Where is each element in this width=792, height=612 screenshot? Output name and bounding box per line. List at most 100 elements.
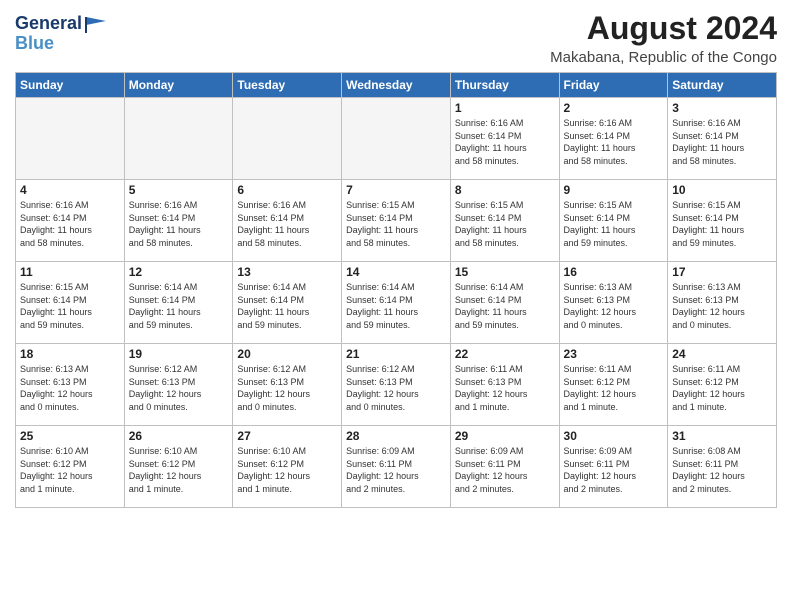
calendar-cell-5-6: 30 Sunrise: 6:09 AM Sunset: 6:11 PM Dayli… xyxy=(559,426,668,508)
day-number: 21 xyxy=(346,347,446,361)
calendar-cell-2-6: 9Sunrise: 6:15 AM Sunset: 6:14 PM Daylig… xyxy=(559,180,668,262)
calendar-cell-5-7: 31Sunrise: 6:08 AM Sunset: 6:11 PM Dayli… xyxy=(668,426,777,508)
day-number: 2 xyxy=(564,101,664,115)
calendar-cell-2-5: 8 Sunrise: 6:15 AM Sunset: 6:14 PM Daylig… xyxy=(450,180,559,262)
calendar-cell-3-4: 14 Sunrise: 6:14 AM Sunset: 6:14 PM Dayli… xyxy=(342,262,451,344)
day-number: 13 xyxy=(237,265,337,279)
day-info: Sunrise: 6:16 AM Sunset: 6:14 PM Dayligh… xyxy=(564,117,664,167)
day-info: Sunrise: 6:16 AM Sunset: 6:14 PM Dayligh… xyxy=(20,199,120,249)
day-info: Sunrise: 6:15 AM Sunset: 6:14 PM Dayligh… xyxy=(346,199,446,249)
day-number: 7 xyxy=(346,183,446,197)
page-title: August 2024 xyxy=(550,10,777,47)
day-info: Sunrise: 6:10 AM Sunset: 6:12 PM Dayligh… xyxy=(237,445,337,495)
calendar-cell-1-5: 1 Sunrise: 6:16 AM Sunset: 6:14 PM Daylig… xyxy=(450,98,559,180)
day-info: Sunrise: 6:13 AM Sunset: 6:13 PM Dayligh… xyxy=(20,363,120,413)
logo-text-blue: Blue xyxy=(15,34,106,54)
day-number: 31 xyxy=(672,429,772,443)
calendar-cell-1-7: 3Sunrise: 6:16 AM Sunset: 6:14 PM Daylig… xyxy=(668,98,777,180)
day-info: Sunrise: 6:14 AM Sunset: 6:14 PM Dayligh… xyxy=(346,281,446,331)
day-info: Sunrise: 6:13 AM Sunset: 6:13 PM Dayligh… xyxy=(672,281,772,331)
header-sunday: Sunday xyxy=(16,73,125,98)
day-number: 30 xyxy=(564,429,664,443)
day-info: Sunrise: 6:12 AM Sunset: 6:13 PM Dayligh… xyxy=(237,363,337,413)
day-info: Sunrise: 6:11 AM Sunset: 6:12 PM Dayligh… xyxy=(672,363,772,413)
day-number: 18 xyxy=(20,347,120,361)
logo: General Blue xyxy=(15,14,106,54)
day-number: 12 xyxy=(129,265,229,279)
day-number: 4 xyxy=(20,183,120,197)
logo-text-general: General xyxy=(15,14,82,34)
day-info: Sunrise: 6:12 AM Sunset: 6:13 PM Dayligh… xyxy=(129,363,229,413)
day-number: 11 xyxy=(20,265,120,279)
header-wednesday: Wednesday xyxy=(342,73,451,98)
day-number: 14 xyxy=(346,265,446,279)
calendar-cell-5-4: 28Sunrise: 6:09 AM Sunset: 6:11 PM Dayli… xyxy=(342,426,451,508)
day-info: Sunrise: 6:12 AM Sunset: 6:13 PM Dayligh… xyxy=(346,363,446,413)
day-info: Sunrise: 6:15 AM Sunset: 6:14 PM Dayligh… xyxy=(455,199,555,249)
calendar-table: Sunday Monday Tuesday Wednesday Thursday… xyxy=(15,72,777,508)
calendar-cell-3-5: 15 Sunrise: 6:14 AM Sunset: 6:14 PM Dayli… xyxy=(450,262,559,344)
day-info: Sunrise: 6:09 AM Sunset: 6:11 PM Dayligh… xyxy=(346,445,446,495)
calendar-cell-2-3: 6Sunrise: 6:16 AM Sunset: 6:14 PM Daylig… xyxy=(233,180,342,262)
day-number: 9 xyxy=(564,183,664,197)
day-info: Sunrise: 6:14 AM Sunset: 6:14 PM Dayligh… xyxy=(455,281,555,331)
day-number: 25 xyxy=(20,429,120,443)
header-friday: Friday xyxy=(559,73,668,98)
title-area: August 2024 Makabana, Republic of the Co… xyxy=(550,10,777,66)
day-info: Sunrise: 6:15 AM Sunset: 6:14 PM Dayligh… xyxy=(20,281,120,331)
calendar-cell-1-4 xyxy=(342,98,451,180)
calendar-cell-2-7: 10Sunrise: 6:15 AM Sunset: 6:14 PM Dayli… xyxy=(668,180,777,262)
week-row-1: 1 Sunrise: 6:16 AM Sunset: 6:14 PM Daylig… xyxy=(16,98,777,180)
calendar-cell-4-5: 22Sunrise: 6:11 AM Sunset: 6:13 PM Dayli… xyxy=(450,344,559,426)
calendar-cell-3-7: 17Sunrise: 6:13 AM Sunset: 6:13 PM Dayli… xyxy=(668,262,777,344)
calendar-cell-1-3 xyxy=(233,98,342,180)
day-number: 1 xyxy=(455,101,555,115)
day-number: 20 xyxy=(237,347,337,361)
day-number: 5 xyxy=(129,183,229,197)
calendar-cell-5-1: 25 Sunrise: 6:10 AM Sunset: 6:12 PM Dayli… xyxy=(16,426,125,508)
day-number: 8 xyxy=(455,183,555,197)
calendar-cell-4-1: 18 Sunrise: 6:13 AM Sunset: 6:13 PM Dayli… xyxy=(16,344,125,426)
week-row-5: 25 Sunrise: 6:10 AM Sunset: 6:12 PM Dayli… xyxy=(16,426,777,508)
calendar-cell-3-3: 13 Sunrise: 6:14 AM Sunset: 6:14 PM Dayli… xyxy=(233,262,342,344)
calendar-cell-4-3: 20 Sunrise: 6:12 AM Sunset: 6:13 PM Dayli… xyxy=(233,344,342,426)
day-info: Sunrise: 6:13 AM Sunset: 6:13 PM Dayligh… xyxy=(564,281,664,331)
header-monday: Monday xyxy=(124,73,233,98)
calendar-cell-2-1: 4 Sunrise: 6:16 AM Sunset: 6:14 PM Daylig… xyxy=(16,180,125,262)
calendar-cell-3-2: 12 Sunrise: 6:14 AM Sunset: 6:14 PM Dayli… xyxy=(124,262,233,344)
day-info: Sunrise: 6:14 AM Sunset: 6:14 PM Dayligh… xyxy=(237,281,337,331)
day-number: 26 xyxy=(129,429,229,443)
day-info: Sunrise: 6:09 AM Sunset: 6:11 PM Dayligh… xyxy=(455,445,555,495)
day-info: Sunrise: 6:16 AM Sunset: 6:14 PM Dayligh… xyxy=(237,199,337,249)
day-info: Sunrise: 6:10 AM Sunset: 6:12 PM Dayligh… xyxy=(20,445,120,495)
main-container: General Blue August 2024 Makabana, Repub… xyxy=(0,0,792,518)
day-number: 29 xyxy=(455,429,555,443)
day-info: Sunrise: 6:16 AM Sunset: 6:14 PM Dayligh… xyxy=(129,199,229,249)
header-thursday: Thursday xyxy=(450,73,559,98)
day-info: Sunrise: 6:10 AM Sunset: 6:12 PM Dayligh… xyxy=(129,445,229,495)
day-info: Sunrise: 6:11 AM Sunset: 6:12 PM Dayligh… xyxy=(564,363,664,413)
day-number: 22 xyxy=(455,347,555,361)
header-tuesday: Tuesday xyxy=(233,73,342,98)
calendar-cell-5-5: 29 Sunrise: 6:09 AM Sunset: 6:11 PM Dayli… xyxy=(450,426,559,508)
day-number: 23 xyxy=(564,347,664,361)
day-number: 15 xyxy=(455,265,555,279)
calendar-cell-4-6: 23 Sunrise: 6:11 AM Sunset: 6:12 PM Dayli… xyxy=(559,344,668,426)
calendar-cell-1-2 xyxy=(124,98,233,180)
calendar-cell-5-3: 27Sunrise: 6:10 AM Sunset: 6:12 PM Dayli… xyxy=(233,426,342,508)
day-number: 16 xyxy=(564,265,664,279)
week-row-2: 4 Sunrise: 6:16 AM Sunset: 6:14 PM Daylig… xyxy=(16,180,777,262)
day-info: Sunrise: 6:16 AM Sunset: 6:14 PM Dayligh… xyxy=(455,117,555,167)
calendar-cell-1-6: 2 Sunrise: 6:16 AM Sunset: 6:14 PM Daylig… xyxy=(559,98,668,180)
calendar-cell-4-7: 24Sunrise: 6:11 AM Sunset: 6:12 PM Dayli… xyxy=(668,344,777,426)
calendar-cell-3-1: 11 Sunrise: 6:15 AM Sunset: 6:14 PM Dayli… xyxy=(16,262,125,344)
calendar-cell-2-4: 7 Sunrise: 6:15 AM Sunset: 6:14 PM Daylig… xyxy=(342,180,451,262)
day-info: Sunrise: 6:09 AM Sunset: 6:11 PM Dayligh… xyxy=(564,445,664,495)
day-info: Sunrise: 6:14 AM Sunset: 6:14 PM Dayligh… xyxy=(129,281,229,331)
week-row-3: 11 Sunrise: 6:15 AM Sunset: 6:14 PM Dayli… xyxy=(16,262,777,344)
logo-flag-icon xyxy=(84,15,106,33)
header-saturday: Saturday xyxy=(668,73,777,98)
calendar-header-row: Sunday Monday Tuesday Wednesday Thursday… xyxy=(16,73,777,98)
calendar-cell-4-4: 21 Sunrise: 6:12 AM Sunset: 6:13 PM Dayli… xyxy=(342,344,451,426)
header: General Blue August 2024 Makabana, Repub… xyxy=(15,10,777,66)
